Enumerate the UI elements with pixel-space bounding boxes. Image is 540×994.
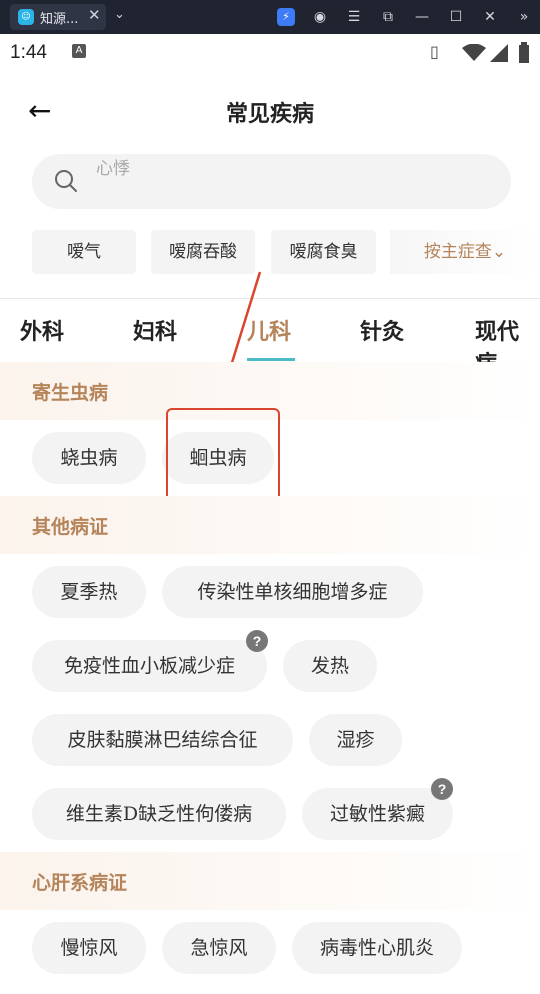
disease-item[interactable]: 免疫性血小板减少症: [32, 640, 267, 692]
help-icon[interactable]: ?: [431, 778, 453, 800]
section-title: 其他病证: [32, 516, 109, 538]
disease-item[interactable]: 蛲虫病: [32, 432, 146, 484]
window-titlebar: ☺ 知源... ✕ ⌄ ⚡ ◉ ☰ ⧉ — ☐ ✕ »: [0, 0, 540, 34]
section-header: 心肝系病证: [0, 852, 540, 910]
page-title: 常见疾病: [225, 101, 314, 127]
minimize-icon[interactable]: —: [413, 8, 431, 26]
disease-item[interactable]: 过敏性紫癜: [302, 788, 453, 840]
vibrate-icon: ▯: [430, 42, 439, 61]
tab-close-icon[interactable]: ✕: [88, 6, 101, 24]
notification-icon: A: [72, 44, 86, 58]
tab-modern-diseases[interactable]: 现代病: [475, 314, 540, 362]
tab-gynecology[interactable]: 妇科: [133, 314, 177, 346]
section-title: 寄生虫病: [32, 382, 109, 404]
signal-icon: [490, 44, 508, 62]
chevron-down-icon: ⌄: [491, 242, 507, 262]
wifi-icon: [462, 44, 486, 61]
browser-tab[interactable]: ☺ 知源... ✕: [10, 4, 106, 30]
filter-label: 按主症查: [423, 242, 492, 262]
highlight-box: [166, 408, 280, 504]
tab-acupuncture[interactable]: 针灸: [360, 314, 404, 346]
status-time: 1:44: [10, 42, 47, 63]
tab-dropdown-icon[interactable]: ⌄: [114, 7, 125, 22]
disease-item[interactable]: 皮肤黏膜淋巴结综合征: [32, 714, 293, 766]
disease-item[interactable]: 发热: [283, 640, 377, 692]
section-title: 心肝系病证: [32, 872, 128, 894]
search-input[interactable]: 心悸: [32, 154, 511, 209]
disease-item[interactable]: 湿疹: [309, 714, 402, 766]
bolt-icon[interactable]: ⚡: [277, 8, 295, 26]
user-icon[interactable]: ◉: [311, 8, 329, 26]
status-bar: 1:44 A ▯: [0, 34, 540, 72]
quick-chip[interactable]: 嗳腐食臭: [271, 230, 376, 274]
disease-item[interactable]: 夏季热: [32, 566, 146, 618]
disease-item[interactable]: 传染性单核细胞增多症: [162, 566, 423, 618]
divider: [0, 298, 540, 299]
more-icon[interactable]: »: [515, 8, 533, 26]
help-icon[interactable]: ?: [246, 630, 268, 652]
tab-title: 知源...: [40, 12, 79, 27]
disease-item[interactable]: 病毒性心肌炎: [292, 922, 462, 974]
disease-item[interactable]: 急惊风: [162, 922, 276, 974]
search-placeholder: 心悸: [96, 159, 130, 179]
quick-chip[interactable]: 嗳气: [32, 230, 136, 274]
symptom-filter-button[interactable]: 按主症查⌄: [390, 230, 540, 274]
tab-surgery[interactable]: 外科: [20, 314, 64, 346]
disease-item[interactable]: 维生素D缺乏性佝偻病: [32, 788, 286, 840]
disease-item[interactable]: 慢惊风: [32, 922, 146, 974]
search-icon: [55, 170, 77, 192]
quick-chip[interactable]: 嗳腐吞酸: [151, 230, 255, 274]
section-header: 其他病证: [0, 496, 540, 554]
battery-icon: [519, 42, 529, 63]
category-tabs: 外科 妇科 儿科 针灸 现代病: [0, 300, 540, 362]
maximize-icon[interactable]: ☐: [447, 8, 465, 26]
menu-icon[interactable]: ☰: [345, 8, 363, 26]
screenshot-icon[interactable]: ⧉: [379, 8, 397, 26]
app-logo-icon: ☺: [18, 9, 34, 25]
close-icon[interactable]: ✕: [481, 8, 499, 26]
